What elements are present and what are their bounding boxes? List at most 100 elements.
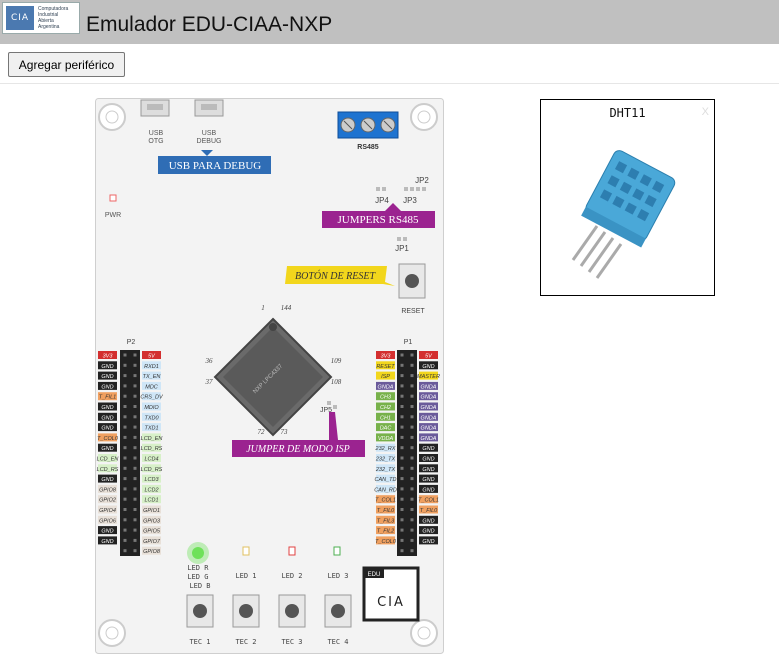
jp2-label: JP2 — [415, 176, 429, 185]
hdr-p2-left-pin-label: GND — [101, 415, 113, 421]
hdr-p1-right-pin-label: GND — [422, 467, 434, 473]
led-3 — [333, 546, 341, 556]
header-pin — [123, 518, 127, 522]
pwr-label: PWR — [105, 212, 121, 219]
led-1 — [242, 546, 250, 556]
header-pin — [133, 456, 137, 460]
hdr-p1-right-pin-label: MASTER — [417, 374, 440, 380]
hdr-p2-right-pin-label: CRS_DV — [140, 395, 164, 401]
led-3-label: LED 3 — [327, 572, 348, 580]
rs485-label: RS485 — [357, 144, 379, 151]
hdr-p2-right-pin-label: TXD0 — [144, 415, 159, 421]
header-pin — [400, 394, 404, 398]
hdr-p1-left-pin-label: CAN_TD — [374, 477, 396, 483]
chip-pin-144: 144 — [281, 304, 292, 312]
header-pin — [133, 508, 137, 511]
tec-3-button[interactable] — [278, 594, 306, 628]
header-pin — [410, 394, 414, 398]
tec-1-label: TEC 1 — [189, 638, 210, 646]
app-header: CIA Computadora Industrial Abierta Argen… — [0, 0, 779, 44]
header-pin — [133, 518, 137, 522]
cia-logo: CIA Computadora Industrial Abierta Argen… — [2, 2, 80, 34]
hdr-p1-left-pin-label: T_FIL3 — [377, 518, 395, 524]
header-pin — [123, 363, 127, 367]
header-pin — [410, 446, 414, 450]
hdr-p1-right-pin-label: GND — [422, 477, 434, 483]
header-pin — [400, 374, 404, 378]
header-pin — [133, 405, 137, 408]
add-peripheral-button[interactable]: Agregar periférico — [8, 52, 125, 77]
header-pin — [133, 425, 137, 429]
logo-text: Computadora Industrial Abierta Argentina — [38, 6, 69, 30]
header-pin — [123, 353, 127, 357]
header-pin — [123, 497, 127, 501]
hdr-p1-right-pin-label: GNDA — [421, 395, 437, 401]
mounting-hole-br — [410, 619, 438, 647]
hdr-p2-left-pin-label: GPIO4 — [99, 508, 116, 514]
tec-3-label: TEC 3 — [281, 638, 302, 646]
header-pin — [133, 477, 137, 481]
header-pin — [133, 374, 137, 378]
header-pin — [133, 487, 137, 491]
hdr-p2-left-pin-label: T_FIL1 — [99, 395, 116, 401]
header-pin — [410, 384, 414, 388]
header-pin — [133, 538, 137, 542]
hdr-p2-right-pin-label: MDC — [145, 384, 158, 390]
boton-reset-label: BOTÓN DE RESET — [285, 266, 395, 286]
hdr-p1-left-pin-label: CAN_RD — [374, 487, 397, 493]
pin-header-body — [397, 350, 417, 556]
led-2 — [288, 546, 296, 556]
header-pin — [133, 415, 137, 419]
svg-text:JUMPERS RS485: JUMPERS RS485 — [337, 214, 419, 226]
header-pin — [400, 363, 404, 367]
header-pin — [133, 384, 137, 388]
header-pin — [400, 477, 404, 481]
tec-4-button[interactable] — [324, 594, 352, 628]
mounting-hole-bl — [98, 619, 126, 647]
reset-button[interactable] — [398, 263, 426, 299]
header-pin — [400, 487, 404, 491]
header-pin — [133, 497, 137, 501]
tec-1-button[interactable] — [186, 594, 214, 628]
header-pin — [400, 415, 404, 419]
header-pin — [410, 425, 414, 429]
hdr-p1-left-pin-label: GNDA — [378, 384, 394, 390]
header-pin — [123, 487, 127, 491]
hdr-p2-left-pin-label: GND — [101, 405, 113, 411]
logo-mark: CIA — [6, 6, 34, 30]
usb-otg-label: USB OTG — [148, 130, 163, 145]
led-rgb-label: LED R LED G LED B — [187, 564, 212, 590]
hdr-p2-left-pin-label: GND — [101, 426, 113, 432]
reset-label: RESET — [401, 308, 425, 315]
chip-pin-1: 1 — [261, 304, 265, 312]
hdr-p1-left-pin-label: 232_RX — [375, 446, 396, 452]
hdr-p1-left-pin-label: CH2 — [380, 405, 391, 411]
svg-text:CIA: CIA — [377, 595, 405, 610]
hdr-p2-right-pin-label: MDIO — [144, 405, 159, 411]
header-pin — [123, 528, 127, 532]
header-pin — [133, 549, 137, 553]
header-pin — [123, 456, 127, 460]
header-pin — [410, 508, 414, 511]
header-pin — [410, 415, 414, 419]
mounting-hole-tr — [410, 103, 438, 131]
hdr-p2-left-pin-label: GND — [101, 477, 113, 483]
hdr-p2-right-pin-label: LCD2 — [144, 487, 158, 493]
hdr-p2-right-pin-label: LCD3 — [144, 477, 159, 483]
led-rgb — [187, 542, 209, 564]
header-pin — [123, 415, 127, 419]
hdr-p2-left-pin-label: GND — [101, 539, 113, 545]
hdr-p1-left-pin-label: 232_TX — [375, 457, 396, 463]
hdr-p2-left-pin-label: GPIO8 — [99, 487, 117, 493]
header-pin — [400, 518, 404, 522]
close-icon[interactable]: X — [702, 106, 709, 118]
header-pin — [400, 425, 404, 429]
hdr-p1-right-pin-label: GNDA — [421, 426, 437, 432]
tec-2-button[interactable] — [232, 594, 260, 628]
header-pin — [133, 435, 137, 439]
dht11-peripheral[interactable]: DHT11 X — [540, 99, 715, 296]
header-pin — [410, 456, 414, 460]
header-pin — [400, 508, 404, 511]
p2-label: P2 — [127, 339, 136, 346]
hdr-p1-right-pin-label: GND — [422, 457, 434, 463]
